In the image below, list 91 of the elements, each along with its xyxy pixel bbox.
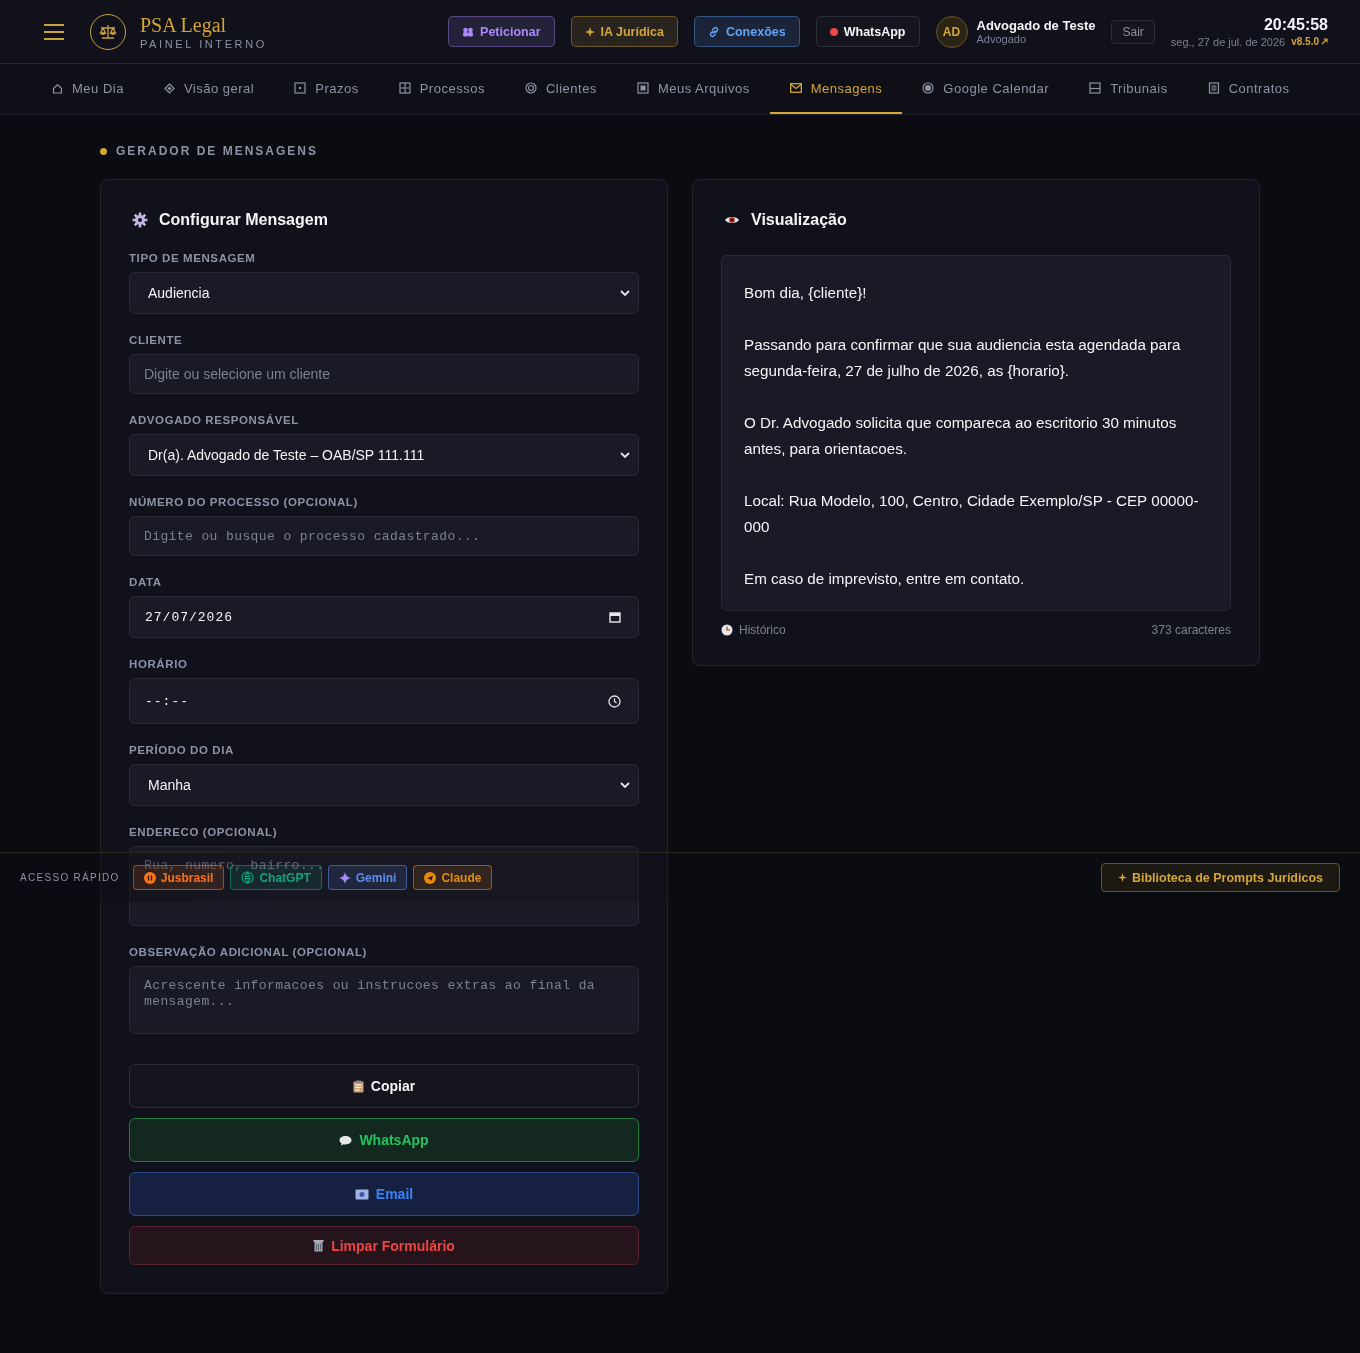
quick-access-label: ACESSO RÁPIDO: [20, 872, 120, 883]
date-field[interactable]: 27/07/2026: [129, 596, 639, 638]
field-label: ENDERECO (OPCIONAL): [129, 826, 279, 838]
radio-icon: [922, 82, 935, 94]
nav-tab[interactable]: Visão geral: [143, 64, 275, 114]
message-paragraph: Bom dia, {cliente}!: [744, 283, 868, 303]
app-title: PSA Legal: [140, 13, 228, 36]
user-avatar: AD: [935, 15, 968, 48]
panel-icon: [1089, 82, 1102, 94]
nav-tab[interactable]: Clientes: [504, 64, 617, 114]
speech-bubble-icon: [339, 1134, 353, 1146]
header-action-button[interactable]: WhatsApp: [815, 16, 920, 47]
quick-link[interactable]: Gemini: [327, 865, 408, 890]
header-action-button[interactable]: IA Jurídica: [570, 16, 678, 47]
copy-button[interactable]: Copiar: [129, 1064, 639, 1108]
message-paragraph: Em caso de imprevisto, entre em contato.: [744, 569, 1026, 589]
envelope-icon: [354, 1188, 369, 1200]
clear-button[interactable]: Limpar Formulário: [129, 1226, 639, 1265]
bullet-icon: [100, 147, 107, 155]
external-arrow-icon: [1321, 38, 1328, 45]
nav-tab[interactable]: Google Calendar: [902, 64, 1070, 114]
sparkle-icon: [338, 871, 351, 884]
target-icon: [524, 82, 537, 94]
nav-tab[interactable]: Prazos: [274, 64, 379, 114]
user-name: Advogado de Teste: [976, 18, 1096, 33]
field-label: ADVOGADO RESPONSÁVEL: [129, 414, 300, 426]
diamond-icon: [163, 82, 175, 94]
clock-time: 20:45:58: [1262, 15, 1328, 34]
version-link[interactable]: v8.5.0: [1291, 36, 1328, 47]
section-title: GERADOR DE MENSAGENS: [116, 144, 319, 158]
input-field[interactable]: Digite ou selecione um cliente: [129, 354, 639, 394]
list-icon: [1207, 82, 1220, 94]
house-icon: [52, 82, 63, 94]
nav-tab[interactable]: Meu Dia: [32, 64, 144, 114]
scales-icon: [99, 23, 117, 40]
header-action-button[interactable]: Peticionar: [448, 16, 555, 47]
header-action-button[interactable]: Conexões: [693, 16, 800, 47]
field-label: TIPO DE MENSAGEM: [129, 252, 257, 264]
field-label: CLIENTE: [129, 334, 184, 346]
eye-icon: [724, 214, 740, 226]
text-area[interactable]: Acrescente informacoes ou instrucoes extras ao final da mensagem...: [129, 966, 639, 1034]
chevron-down-icon: [620, 290, 630, 296]
clock-date: seg., 27 de jul. de 2026: [1170, 35, 1286, 48]
field-label: PERÍODO DO DIA: [129, 744, 235, 756]
envelope-icon: [789, 83, 802, 93]
quick-link[interactable]: Claude: [413, 865, 493, 890]
field-label: OBSERVAÇÃO ADICIONAL (OPCIONAL): [129, 946, 368, 958]
app-subtitle: PAINEL INTERNO: [140, 37, 267, 50]
logout-button[interactable]: Sair: [1111, 19, 1155, 44]
pause-circle-icon: [143, 871, 156, 884]
nav-tab[interactable]: Tribunais: [1069, 64, 1188, 114]
people-icon: [462, 26, 475, 37]
square-icon: [636, 82, 649, 94]
character-count: 373 caracteres: [1151, 623, 1231, 637]
clock-icon: [608, 694, 621, 708]
menu-icon: [44, 22, 64, 41]
message-paragraph: Passando para confirmar que sua audiencia esta agendada para segunda-feira, 27 de julho de 2026, as {horario}.: [744, 335, 1182, 381]
card-title: Configurar Mensagem: [159, 211, 328, 229]
sparkle-icon: [1118, 873, 1127, 882]
field-label: HORÁRIO: [129, 658, 189, 670]
dropdown[interactable]: Dr(a). Advogado de Teste – OAB/SP 111.111: [129, 434, 639, 476]
message-paragraph: O Dr. Advogado solicita que compareca ao escritorio 30 minutos antes, para orientacoes.: [744, 413, 1178, 459]
clipboard-icon: [352, 1079, 364, 1093]
history-link[interactable]: Histórico: [721, 623, 786, 637]
whatsapp-button[interactable]: WhatsApp: [129, 1118, 639, 1162]
field-label: NÚMERO DO PROCESSO (OPCIONAL): [129, 496, 359, 508]
user-role: Advogado: [976, 33, 1028, 45]
dropdown[interactable]: Manha: [129, 764, 639, 806]
grid-icon: [398, 82, 411, 94]
input-field[interactable]: Digite ou busque o processo cadastrado...: [129, 516, 639, 556]
send-circle-icon: [424, 871, 437, 884]
clock-icon: [721, 624, 733, 636]
gear-icon: [132, 212, 148, 228]
knot-icon: [241, 871, 255, 884]
email-button[interactable]: Email: [129, 1172, 639, 1216]
prompt-library-button[interactable]: Biblioteca de Prompts Jurídicos: [1101, 863, 1340, 892]
nav-tab[interactable]: Processos: [378, 64, 505, 114]
link-icon: [707, 25, 720, 38]
time-field[interactable]: --:--: [129, 678, 639, 724]
nav-tab[interactable]: Mensagens: [769, 64, 903, 114]
field-label: DATA: [129, 576, 163, 588]
message-paragraph: Local: Rua Modelo, 100, Centro, Cidade Exemplo/SP - CEP 00000-000: [744, 491, 1200, 537]
dropdown[interactable]: Audiencia: [129, 272, 639, 314]
card-title: Visualização: [751, 211, 847, 229]
nav-tab[interactable]: Contratos: [1187, 64, 1310, 114]
chevron-down-icon: [620, 452, 630, 458]
trash-icon: [313, 1239, 325, 1252]
nav-tab[interactable]: Meus Arquivos: [616, 64, 770, 114]
sparkle-icon: [584, 26, 595, 37]
chevron-down-icon: [620, 782, 630, 788]
calendar-icon: [609, 611, 621, 623]
